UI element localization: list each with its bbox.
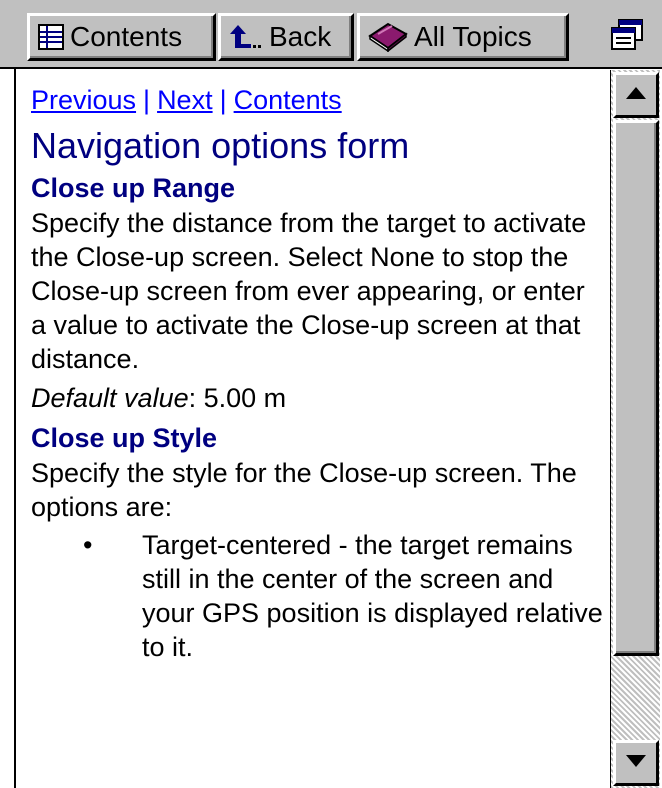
help-content: Previous | Next | Contents Navigation option…	[31, 82, 607, 788]
scroll-down-arrow-icon	[625, 754, 647, 773]
back-button-label: Back	[269, 21, 332, 52]
default-value-line: Default value: 5.00 m	[31, 380, 607, 416]
section-heading: Close up Style	[31, 423, 218, 453]
frame-left-border	[14, 69, 16, 788]
all-topics-button-label: All Topics	[414, 21, 532, 52]
list-item-text: Target-centered - the target remains sti…	[142, 530, 603, 662]
contents-link[interactable]: Contents	[234, 85, 342, 115]
contents-button-label: Contents	[70, 21, 183, 52]
page-title: Navigation options form	[31, 125, 410, 166]
back-arrow-icon	[229, 24, 263, 50]
nav-separator: |	[143, 85, 151, 115]
bullet-dot-icon: •	[83, 530, 93, 560]
nav-separator: |	[219, 85, 227, 115]
book-icon	[368, 22, 408, 52]
help-toolbar: Contents Back All Topics	[0, 0, 662, 69]
section-heading: Close up Range	[31, 173, 236, 203]
topic-nav: Previous | Next | Contents	[31, 82, 607, 118]
section-close-up-style: Close up Style Specify the style for the…	[31, 420, 607, 664]
window-menu-icon	[610, 18, 644, 56]
default-value-label: Default value	[31, 383, 189, 413]
section-close-up-range: Close up Range Specify the distance from…	[31, 170, 607, 416]
previous-link[interactable]: Previous	[31, 85, 136, 115]
contents-grid-icon	[38, 24, 64, 50]
scroll-thumb[interactable]	[613, 120, 659, 656]
scroll-up-button[interactable]	[613, 72, 659, 118]
scroll-up-arrow-icon	[625, 86, 647, 105]
section-body: Specify the style for the Close-up scree…	[31, 458, 577, 522]
all-topics-button[interactable]: All Topics	[357, 13, 569, 61]
back-button[interactable]: Back	[218, 13, 354, 61]
default-value: : 5.00 m	[188, 383, 287, 413]
scroll-down-button[interactable]	[613, 740, 659, 786]
help-window: Contents Back All Topics Previous | Next…	[0, 0, 662, 788]
vertical-scrollbar[interactable]	[610, 70, 660, 788]
contents-button[interactable]: Contents	[27, 13, 216, 61]
window-menu-button[interactable]	[598, 13, 656, 61]
options-list: • Target-centered - the target remains s…	[31, 528, 607, 664]
list-item: • Target-centered - the target remains s…	[31, 528, 607, 664]
next-link[interactable]: Next	[157, 85, 213, 115]
section-body: Specify the distance from the target to …	[31, 208, 587, 374]
